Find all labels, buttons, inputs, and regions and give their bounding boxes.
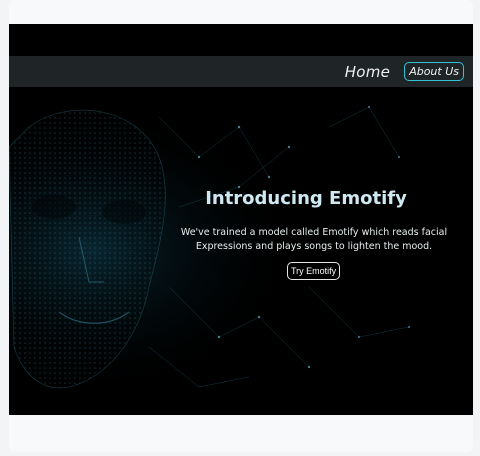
nav-button-about-us[interactable]: About Us xyxy=(404,62,464,81)
hero-title: Introducing Emotify xyxy=(205,188,407,209)
nav-link-home[interactable]: Home xyxy=(345,63,391,81)
hero-section: Introducing Emotify We've trained a mode… xyxy=(9,87,473,415)
top-strip xyxy=(9,24,473,56)
navbar: Home About Us xyxy=(9,56,473,87)
browser-viewport: Home About Us Introducing Emotify We've … xyxy=(9,24,473,415)
try-emotify-button[interactable]: Try Emotify xyxy=(287,262,341,280)
hero-description: We've trained a model called Emotify whi… xyxy=(180,227,448,252)
